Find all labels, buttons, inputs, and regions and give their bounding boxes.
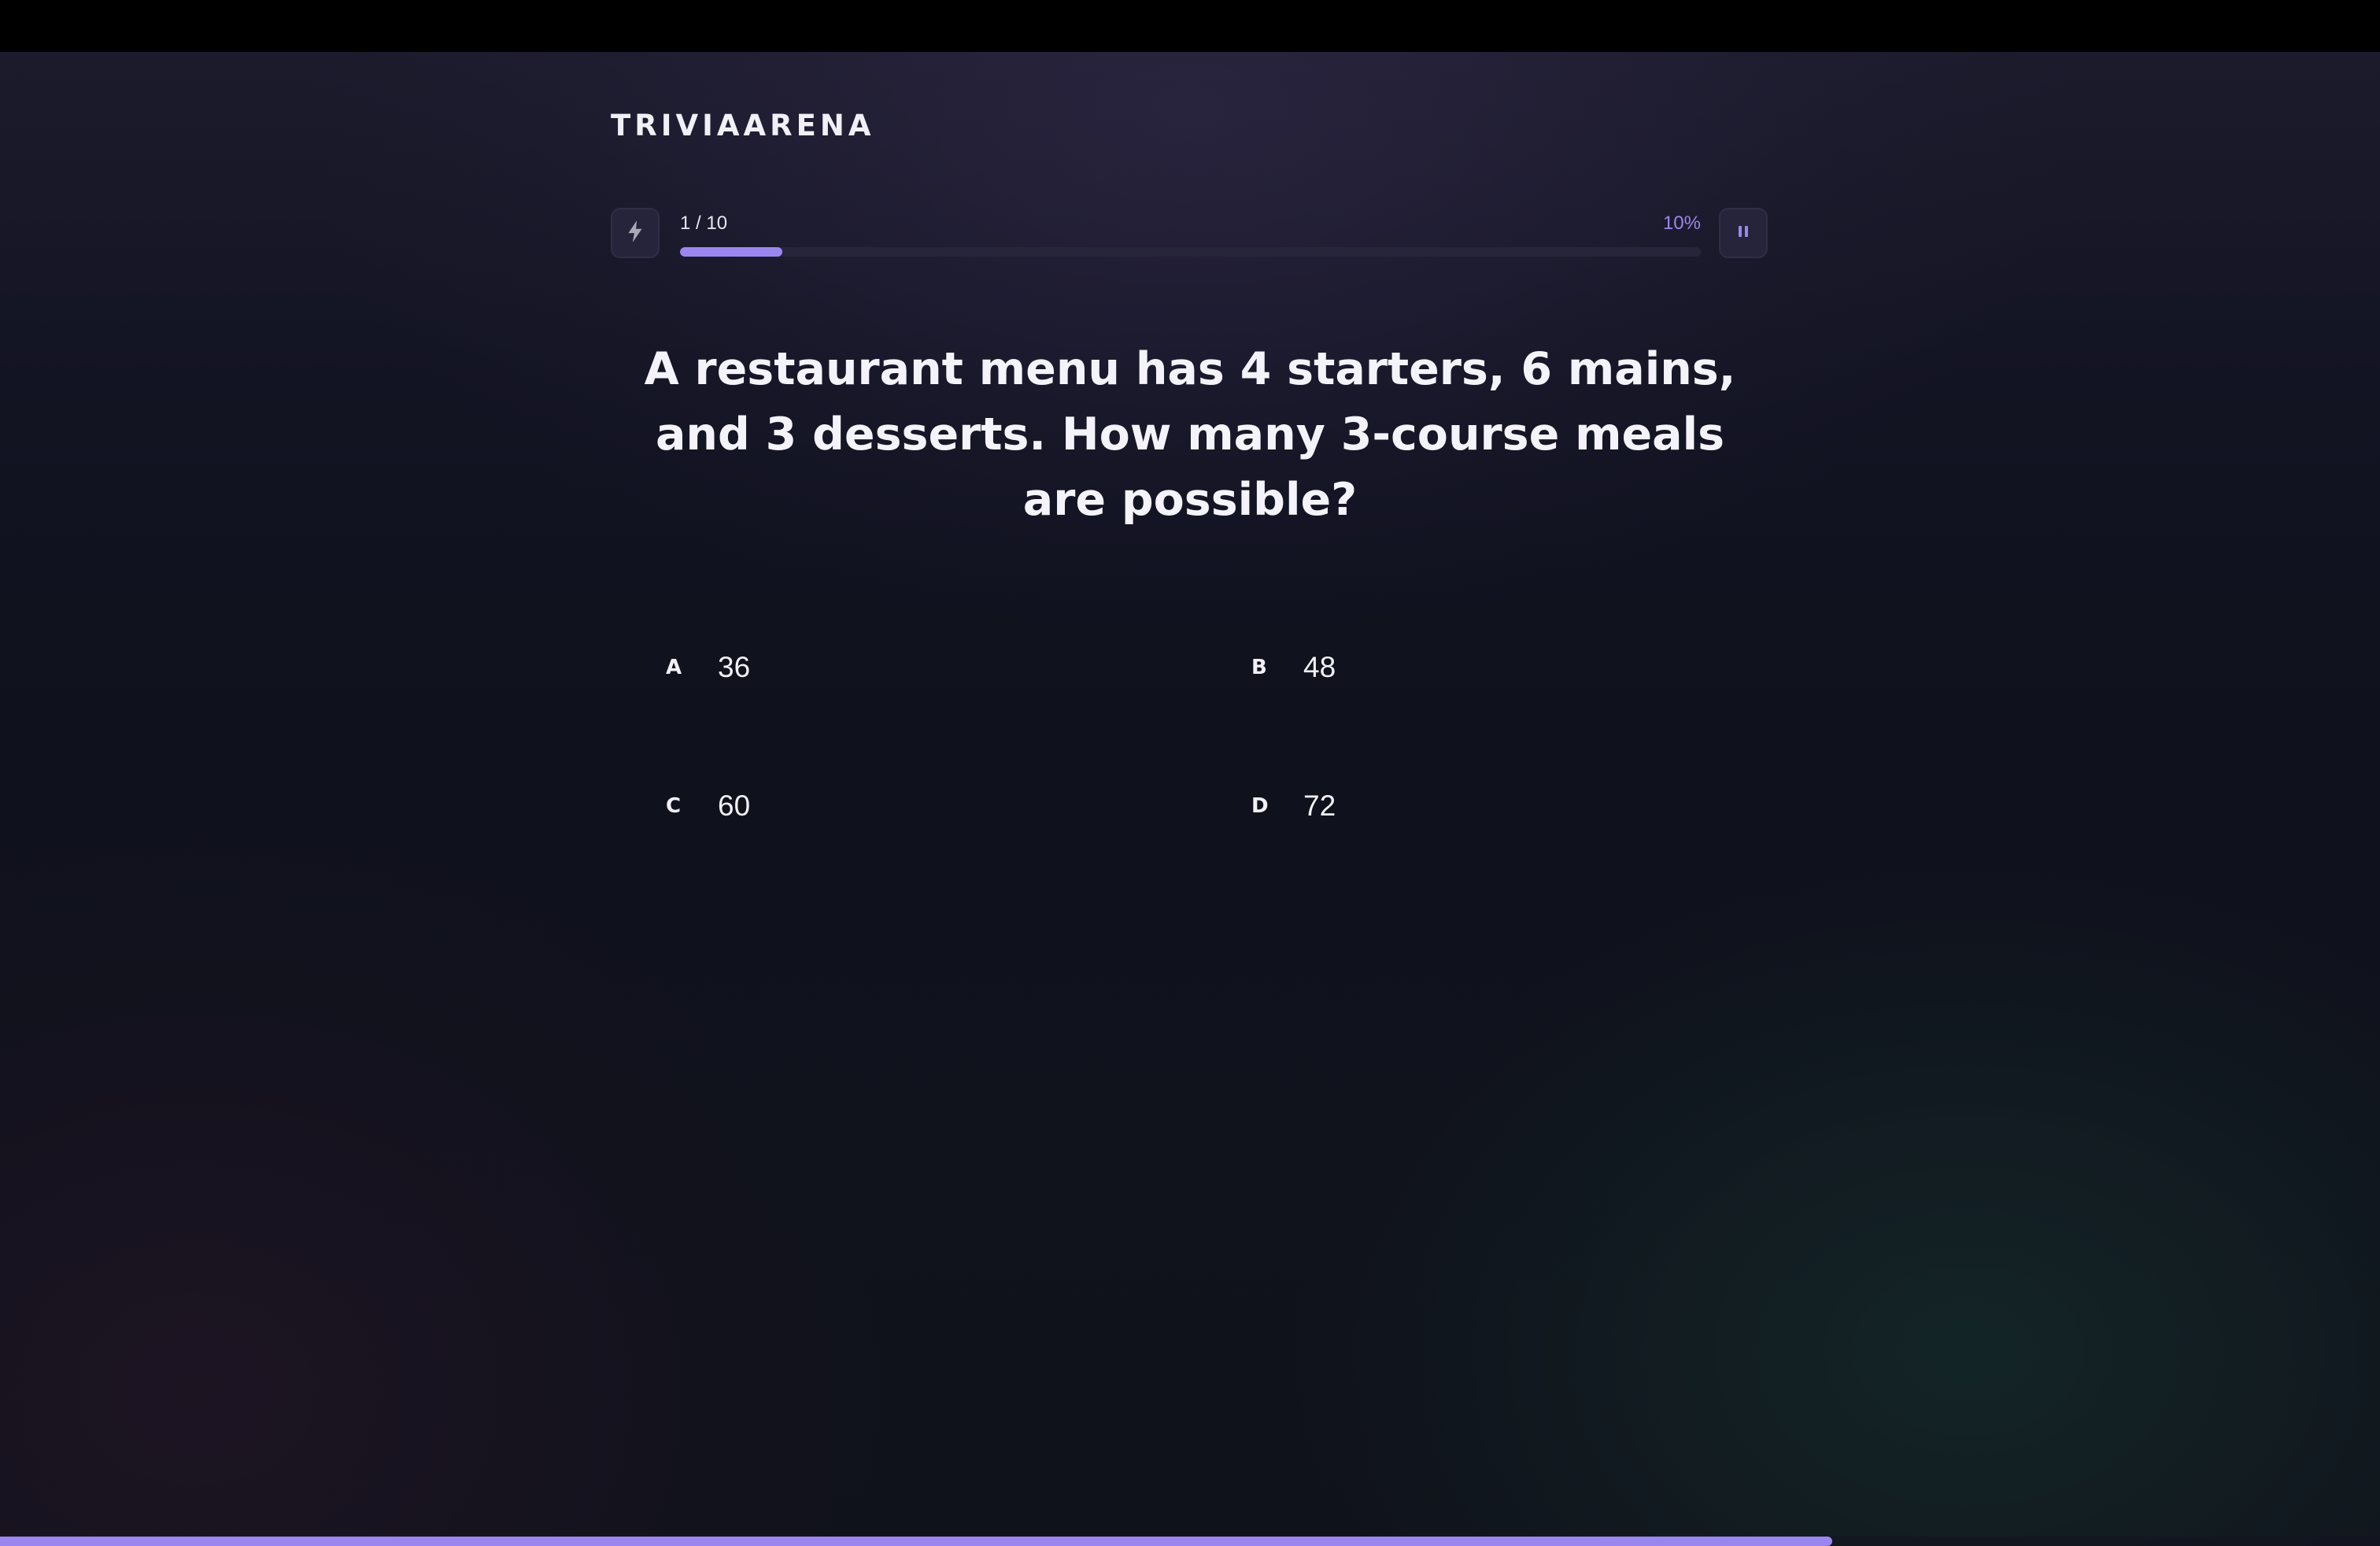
timer-bar-fill xyxy=(0,1537,1833,1546)
quiz-stage: TRIVIAARENA 1 / 10 10% A restaurant menu… xyxy=(0,52,2380,1546)
option-letter: A xyxy=(666,656,682,679)
pause-button[interactable] xyxy=(1719,208,1768,258)
option-text: 48 xyxy=(1303,651,1336,683)
option-text: 72 xyxy=(1303,790,1336,822)
timer-bar xyxy=(0,1537,2380,1546)
question-counter: 1 / 10 xyxy=(680,213,728,234)
answer-option-a[interactable]: A 36 xyxy=(653,624,1204,711)
option-text: 36 xyxy=(718,651,751,683)
question-text: A restaurant menu has 4 starters, 6 main… xyxy=(644,343,1736,526)
boost-button[interactable] xyxy=(611,208,660,258)
answer-option-b[interactable]: B 48 xyxy=(1239,624,1790,711)
progress-bar-fill xyxy=(680,247,782,257)
option-letter: B xyxy=(1251,656,1267,679)
answer-option-c[interactable]: C 60 xyxy=(653,763,1204,849)
lightning-bolt-icon xyxy=(625,220,645,246)
pause-icon xyxy=(1736,224,1750,242)
progress-bar xyxy=(680,247,1701,257)
progress-percent: 10% xyxy=(1662,213,1701,234)
option-text: 60 xyxy=(718,790,751,822)
option-letter: D xyxy=(1251,794,1269,818)
top-black-bar xyxy=(0,0,2380,52)
app-logo: TRIVIAARENA xyxy=(611,109,875,142)
answer-option-d[interactable]: D 72 xyxy=(1239,763,1790,849)
option-letter: C xyxy=(666,794,682,818)
